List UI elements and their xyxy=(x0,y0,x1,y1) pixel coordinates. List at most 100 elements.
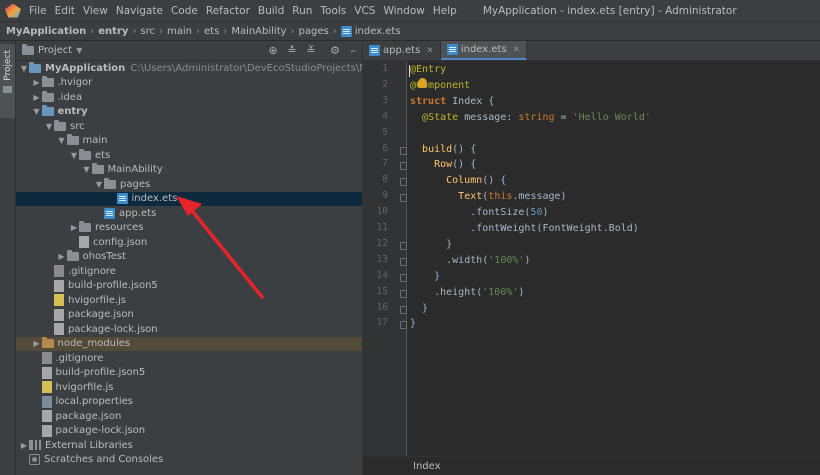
line-number: 9 xyxy=(382,190,388,202)
menu-help[interactable]: Help xyxy=(429,5,461,17)
fold-marker-icon[interactable] xyxy=(400,273,407,282)
tree-item[interactable]: ▶ .idea xyxy=(16,90,362,105)
chevron-right-icon[interactable]: ▶ xyxy=(69,223,79,232)
tree-item[interactable]: index.ets xyxy=(16,191,362,206)
fold-marker-icon[interactable] xyxy=(400,241,407,250)
tree-item[interactable]: package-lock.json xyxy=(16,424,362,439)
chevron-down-icon[interactable]: ▼ xyxy=(57,136,67,145)
menu-file[interactable]: File xyxy=(25,5,51,17)
code-token: .message) xyxy=(512,191,567,203)
tree-item[interactable]: ▼ entry xyxy=(16,105,362,120)
menu-build[interactable]: Build xyxy=(254,5,288,17)
tree-item[interactable]: ▼ MainAbility xyxy=(16,163,362,178)
tree-item[interactable]: package.json xyxy=(16,308,362,323)
chevron-down-icon[interactable]: ▼ xyxy=(76,46,82,55)
app-logo-icon xyxy=(5,3,21,18)
tree-item[interactable]: ▶ resources xyxy=(16,221,362,236)
json-file-icon xyxy=(54,279,64,292)
fold-marker-icon[interactable] xyxy=(400,178,407,187)
tree-item[interactable]: local.properties xyxy=(16,395,362,410)
chevron-down-icon[interactable]: ▼ xyxy=(19,64,29,73)
chevron-right-icon[interactable]: ▶ xyxy=(19,441,29,450)
tree-item[interactable]: ▼ src xyxy=(16,119,362,134)
fold-marker-icon[interactable] xyxy=(400,162,407,171)
tree-item[interactable]: hvigorfile.js xyxy=(16,293,362,308)
gear-icon[interactable]: ⚙ xyxy=(328,44,342,58)
menu-navigate[interactable]: Navigate xyxy=(112,5,167,17)
breadcrumb-item[interactable]: pages xyxy=(299,26,329,37)
tree-item[interactable]: build-profile.json5 xyxy=(16,279,362,294)
fold-marker-icon[interactable] xyxy=(400,146,407,155)
breadcrumb-item[interactable]: main xyxy=(167,26,192,37)
breadcrumb-item[interactable]: src xyxy=(140,26,155,37)
project-view-selector[interactable]: Project xyxy=(38,45,72,56)
menu-view[interactable]: View xyxy=(79,5,112,17)
tree-item[interactable]: build-profile.json5 xyxy=(16,366,362,381)
breadcrumb-item[interactable]: MainAbility xyxy=(231,26,286,37)
tree-item[interactable]: ▶ node_modules xyxy=(16,336,362,351)
chevron-down-icon[interactable]: ▼ xyxy=(44,122,54,131)
menu-window[interactable]: Window xyxy=(379,5,428,17)
lightbulb-icon[interactable] xyxy=(418,78,427,88)
chevron-right-icon[interactable]: ▶ xyxy=(32,78,42,87)
fold-marker-icon[interactable] xyxy=(400,321,407,330)
tab-index-ets[interactable]: index.ets ✕ xyxy=(440,41,528,60)
chevron-down-icon[interactable]: ▼ xyxy=(94,180,104,189)
chevron-right-icon[interactable]: ▶ xyxy=(57,252,67,261)
code-area[interactable]: @Entry @Component struct Index { @State me… xyxy=(410,61,820,456)
code-token: . xyxy=(410,223,477,234)
menu-refactor[interactable]: Refactor xyxy=(202,5,254,17)
chevron-down-icon[interactable]: ▼ xyxy=(82,165,92,174)
tree-item[interactable]: ▼ MyApplication C:\Users\Administrator\Dev… xyxy=(16,61,417,76)
code-line: } xyxy=(410,316,416,332)
breadcrumb-item[interactable]: entry xyxy=(98,26,128,37)
close-icon[interactable]: ✕ xyxy=(426,46,434,56)
fold-marker-icon[interactable] xyxy=(400,257,407,266)
folder-icon xyxy=(41,76,54,88)
breadcrumb-item[interactable]: ets xyxy=(204,26,219,37)
tree-item-label: node_modules xyxy=(57,338,131,350)
breadcrumb-item[interactable]: index.ets xyxy=(355,26,401,37)
menu-vcs[interactable]: VCS xyxy=(350,5,379,17)
tree-item[interactable]: package.json xyxy=(16,409,362,424)
tree-item[interactable]: ▼ pages xyxy=(16,177,362,192)
chevron-right-icon[interactable]: ▶ xyxy=(32,339,42,348)
locate-file-icon[interactable]: ⊕ xyxy=(266,44,280,58)
project-tool-window-button[interactable]: Project xyxy=(0,44,15,118)
editor-breadcrumb-item[interactable]: Index xyxy=(413,461,441,472)
tree-item[interactable]: ▶ ohosTest xyxy=(16,250,362,265)
tree-item[interactable]: ▶ External Libraries xyxy=(16,438,362,453)
excluded-folder-icon xyxy=(41,337,54,349)
code-line: @Entry xyxy=(410,62,446,78)
chevron-down-icon[interactable]: ▼ xyxy=(69,151,79,160)
fold-marker-icon[interactable] xyxy=(400,194,407,203)
tree-item[interactable]: app.ets xyxy=(16,206,362,221)
tree-item[interactable]: hvigorfile.js xyxy=(16,380,362,395)
tree-item[interactable]: .gitignore xyxy=(16,264,362,279)
menu-edit[interactable]: Edit xyxy=(51,5,79,17)
tree-item[interactable]: ▼ main xyxy=(16,134,362,149)
chevron-right-icon[interactable]: ▶ xyxy=(32,93,42,102)
close-icon[interactable]: ✕ xyxy=(513,45,521,55)
tree-item[interactable]: .gitignore xyxy=(16,351,362,366)
code-token: } xyxy=(410,302,429,314)
expand-all-icon[interactable]: ≛ xyxy=(285,44,299,58)
hide-panel-icon[interactable]: – xyxy=(346,44,360,58)
tree-item[interactable]: Scratches and Consoles xyxy=(16,453,362,468)
collapse-all-icon[interactable]: ≚ xyxy=(304,44,318,58)
tree-item[interactable]: package-lock.json xyxy=(16,322,362,337)
fold-marker-icon[interactable] xyxy=(400,289,407,298)
line-number: 10 xyxy=(376,206,388,218)
tab-app-ets[interactable]: app.ets ✕ xyxy=(363,41,441,60)
breadcrumb-item[interactable]: MyApplication xyxy=(6,26,86,37)
code-token: 'Hello World' xyxy=(572,111,651,123)
menu-run[interactable]: Run xyxy=(288,5,316,17)
tree-item[interactable]: ▼ ets xyxy=(16,148,362,163)
fold-marker-icon[interactable] xyxy=(400,305,407,314)
chevron-down-icon[interactable]: ▼ xyxy=(32,107,42,116)
tree-item[interactable]: ▶ .hvigor xyxy=(16,76,362,91)
menu-tools[interactable]: Tools xyxy=(316,5,350,17)
tree-item[interactable]: config.json xyxy=(16,235,362,250)
menu-code[interactable]: Code xyxy=(167,5,202,17)
code-token: '100%' xyxy=(482,286,519,298)
